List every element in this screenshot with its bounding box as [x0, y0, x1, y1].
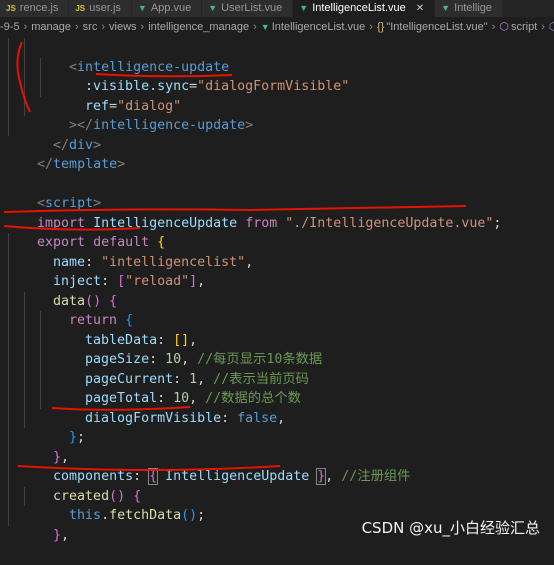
code-line: </div> [0, 116, 554, 153]
code-line: inject: ["reload"], [0, 252, 554, 289]
code-line: components: { IntelligenceUpdate }, //注册… [0, 447, 554, 485]
breadcrumb-item[interactable]: "IntelligenceList.vue" [386, 21, 487, 33]
tab-label: user.js [89, 2, 121, 14]
code-line: :visible.sync="dialogFormVisible" [0, 57, 554, 94]
breadcrumb-item[interactable]: views [109, 21, 137, 33]
breadcrumb-item[interactable]: src [83, 21, 98, 33]
code-line: pageSize: 10, //每页显示10条数据 [0, 330, 554, 367]
vue-file-icon: ▼ [441, 3, 451, 13]
code-line: }; [0, 408, 554, 445]
cube-icon: ⬡ [548, 21, 554, 33]
code-line: ></intelligence-update> [0, 96, 554, 133]
code-line: pageCurrent: 1, //表示当前页码 [0, 350, 554, 387]
code-editor[interactable]: <intelligence-update :visible.sync="dial… [0, 38, 554, 543]
code-line: this.fetchData(); [0, 486, 554, 523]
editor-tab-bar: JS rence.js JS user.js ▼ App.vue ▼ UserL… [0, 0, 554, 17]
vue-file-icon: ▼ [137, 3, 147, 13]
chevron-right-icon: › [369, 21, 373, 33]
js-file-icon: JS [75, 4, 86, 13]
chevron-right-icon: › [491, 21, 496, 33]
code-line: name: "intelligencelist", [0, 233, 554, 270]
tab-label: rence.js [19, 2, 59, 14]
tab-app-vue[interactable]: ▼ App.vue [131, 0, 203, 17]
chevron-right-icon: › [75, 21, 79, 33]
tab-label: IntelligenceList.vue [312, 2, 406, 14]
code-line: export default { [0, 214, 554, 250]
code-line: data() { [0, 272, 554, 309]
code-line: <script> [0, 175, 554, 211]
tab-label: Intellige [454, 2, 492, 14]
code-line: dialogFormVisible: false, [0, 389, 554, 426]
vue-file-icon: ▼ [208, 3, 218, 13]
token: , [61, 527, 70, 543]
tab-userlist-vue[interactable]: ▼ UserList.vue [202, 0, 294, 17]
vue-file-icon: ▼ [299, 3, 309, 13]
breadcrumb-item[interactable]: IntelligenceList.vue [272, 21, 366, 33]
chevron-right-icon: › [23, 21, 28, 33]
breadcrumb-item[interactable]: -9-5 [0, 21, 20, 33]
tab-label: UserList.vue [221, 2, 283, 14]
close-icon[interactable]: ✕ [416, 0, 424, 17]
braces-icon: {} [376, 21, 385, 33]
chevron-right-icon: › [140, 21, 145, 33]
tab-user-js[interactable]: JS user.js [69, 0, 132, 17]
chevron-right-icon: › [101, 21, 106, 33]
code-line: </template> [0, 136, 554, 172]
code-line: pageTotal: 10, //数据的总个数 [0, 369, 554, 406]
code-line: ref="dialog" [0, 77, 554, 114]
code-line: created() { [0, 467, 554, 504]
tab-intelligencelist-vue[interactable]: ▼ IntelligenceList.vue ✕ [293, 0, 436, 17]
code-line: }, [0, 428, 554, 465]
tab-label: App.vue [150, 2, 192, 14]
tab-reference-js[interactable]: JS rence.js [0, 0, 70, 17]
vue-file-icon: ▼ [260, 22, 270, 32]
code-line: import IntelligenceUpdate from "./Intell… [0, 194, 554, 231]
token: } [53, 527, 62, 543]
js-file-icon: JS [6, 4, 16, 13]
code-line: return { [0, 291, 554, 328]
tab-intelligenceupdate-vue[interactable]: ▼ Intellige [435, 0, 503, 17]
breadcrumb-item[interactable]: manage [31, 21, 71, 33]
chevron-right-icon: › [541, 21, 545, 33]
code-line: tableData: [], [0, 311, 554, 348]
code-line: <intelligence-update [0, 38, 554, 75]
cube-icon: ⬡ [499, 21, 509, 33]
breadcrumb-item[interactable]: script [511, 21, 537, 33]
breadcrumb: -9-5 › manage › src › views › intelligence_manag… [0, 18, 554, 36]
chevron-right-icon: › [253, 21, 257, 33]
watermark: CSDN @xu_小白经验汇总 [361, 519, 540, 537]
breadcrumb-item[interactable]: intelligence_manage [148, 21, 249, 33]
